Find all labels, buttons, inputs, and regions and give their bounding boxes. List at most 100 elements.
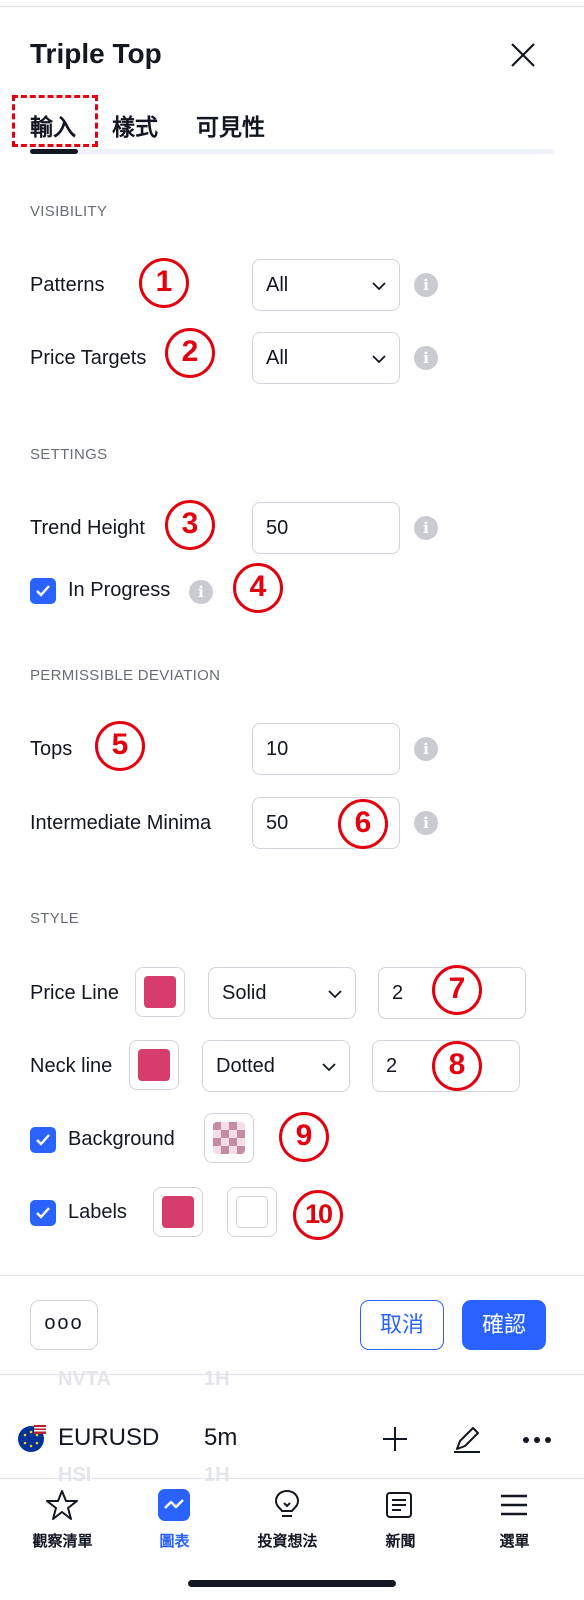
- top-divider: [0, 6, 584, 7]
- annotation-2: 2: [165, 328, 215, 378]
- plus-icon[interactable]: [380, 1424, 410, 1454]
- neck-line-width-value: 2: [386, 1055, 398, 1077]
- nav-watchlist[interactable]: 觀察清單: [4, 1488, 121, 1558]
- nav-menu-label: 選單: [499, 1533, 530, 1550]
- checkmark-icon: [36, 1134, 50, 1146]
- nav-menu[interactable]: 選單: [456, 1488, 573, 1558]
- tab-highlight-box: [12, 95, 98, 147]
- price-line-width-value: 2: [392, 982, 404, 1004]
- neck-line-style-select[interactable]: Dotted: [202, 1040, 350, 1092]
- interval-label[interactable]: 5m: [204, 1424, 237, 1452]
- nav-news-label: 新聞: [385, 1533, 416, 1550]
- transparent-checker-icon: [213, 1122, 245, 1154]
- chevron-down-icon: [322, 1063, 336, 1072]
- nav-ideas-label: 投資想法: [257, 1533, 318, 1550]
- annotation-9: 9: [279, 1112, 329, 1162]
- more-options-label: ooo: [44, 1312, 84, 1334]
- info-icon[interactable]: i: [414, 273, 438, 297]
- trend-height-input[interactable]: 50: [252, 502, 400, 554]
- nav-chart[interactable]: 圖表: [116, 1488, 233, 1558]
- info-icon[interactable]: i: [189, 580, 213, 604]
- section-deviation-heading: PERMISSIBLE DEVIATION: [30, 667, 221, 684]
- home-indicator: [188, 1580, 396, 1587]
- tops-label: Tops: [30, 738, 73, 760]
- labels-checkbox[interactable]: [30, 1200, 56, 1226]
- nav-ideas[interactable]: 投資想法: [229, 1488, 346, 1558]
- ghost-ticker-above: NVTA: [58, 1368, 111, 1390]
- menu-icon: [501, 1494, 527, 1516]
- nav-chart-label: 圖表: [159, 1533, 190, 1550]
- trend-height-label: Trend Height: [30, 517, 145, 539]
- labels-text-color-swatch[interactable]: [227, 1187, 277, 1237]
- ghost-interval-above: 1H: [204, 1368, 230, 1390]
- chevron-down-icon: [372, 282, 386, 291]
- section-settings-heading: SETTINGS: [30, 446, 108, 463]
- nav-divider: [0, 1478, 584, 1479]
- annotation-4: 4: [233, 563, 283, 613]
- checkmark-icon: [36, 1207, 50, 1219]
- tab-style[interactable]: 樣式: [112, 108, 158, 142]
- close-button[interactable]: [506, 38, 540, 72]
- info-icon[interactable]: i: [414, 811, 438, 835]
- price-line-style-select[interactable]: Solid: [208, 967, 356, 1019]
- background-label: Background: [68, 1128, 175, 1150]
- annotation-8: 8: [432, 1041, 482, 1091]
- annotation-1: 1: [139, 258, 189, 308]
- labels-text-color: [236, 1196, 268, 1228]
- tabs-track: [30, 149, 554, 154]
- nav-news[interactable]: 新聞: [342, 1488, 459, 1558]
- price-line-style-value: Solid: [222, 982, 267, 1004]
- patterns-value: All: [266, 274, 289, 296]
- tops-input[interactable]: 10: [252, 723, 400, 775]
- annotation-6: 6: [338, 799, 388, 849]
- cancel-button[interactable]: 取消: [360, 1300, 444, 1350]
- patterns-label: Patterns: [30, 274, 105, 296]
- price-line-color-swatch[interactable]: [135, 967, 185, 1017]
- intermediate-minima-value: 50: [266, 812, 289, 834]
- patterns-select[interactable]: All: [252, 259, 400, 311]
- more-dots-icon[interactable]: [522, 1428, 552, 1452]
- more-options-button[interactable]: ooo: [30, 1300, 98, 1350]
- drawing-pen-icon[interactable]: [450, 1422, 484, 1456]
- annotation-7: 7: [432, 965, 482, 1015]
- symbol-name[interactable]: EURUSD: [58, 1424, 159, 1452]
- labels-label: Labels: [68, 1201, 127, 1223]
- confirm-button[interactable]: 確認: [462, 1300, 546, 1350]
- price-targets-label: Price Targets: [30, 347, 147, 369]
- in-progress-checkbox[interactable]: [30, 578, 56, 604]
- price-targets-value: All: [266, 347, 289, 369]
- annotation-10: 10: [293, 1190, 343, 1240]
- active-tab-indicator: [30, 149, 78, 154]
- labels-color-swatch[interactable]: [153, 1187, 203, 1237]
- tab-visibility[interactable]: 可見性: [196, 108, 265, 142]
- trend-height-value: 50: [266, 517, 289, 539]
- nav-watchlist-label: 觀察清單: [32, 1533, 93, 1550]
- background-color-swatch[interactable]: [204, 1113, 254, 1163]
- dialog-title: Triple Top: [30, 38, 162, 69]
- neck-line-label: Neck line: [30, 1055, 113, 1077]
- price-line-label: Price Line: [30, 982, 119, 1004]
- labels-color: [162, 1196, 194, 1228]
- chart-icon: [158, 1489, 190, 1521]
- price-targets-select[interactable]: All: [252, 332, 400, 384]
- checkmark-icon: [36, 585, 50, 597]
- chevron-down-icon: [328, 990, 342, 999]
- ghost-ticker-below: HSI: [58, 1464, 92, 1486]
- neck-line-style-value: Dotted: [216, 1055, 275, 1077]
- footer-divider: [0, 1275, 584, 1276]
- ghost-interval-below: 1H: [204, 1464, 230, 1486]
- annotation-5: 5: [95, 721, 145, 771]
- section-visibility-heading: VISIBILITY: [30, 203, 108, 220]
- eu-flag-icon: [18, 1425, 46, 1452]
- background-checkbox[interactable]: [30, 1127, 56, 1153]
- neck-line-color: [138, 1049, 170, 1081]
- in-progress-label: In Progress: [68, 579, 171, 601]
- info-icon[interactable]: i: [414, 737, 438, 761]
- tops-value: 10: [266, 738, 289, 760]
- news-icon: [386, 1492, 412, 1518]
- price-line-color: [144, 976, 176, 1008]
- star-icon: [46, 1490, 78, 1520]
- neck-line-color-swatch[interactable]: [129, 1040, 179, 1090]
- info-icon[interactable]: i: [414, 516, 438, 540]
- info-icon[interactable]: i: [414, 346, 438, 370]
